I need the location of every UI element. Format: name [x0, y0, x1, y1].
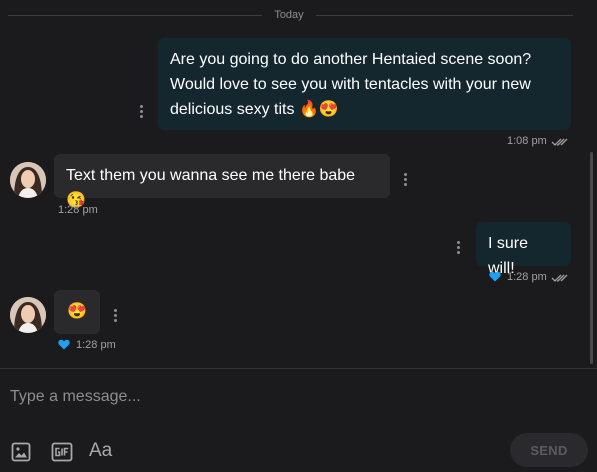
message-text: Text them you wanna see me there babe 😘 — [66, 167, 356, 209]
separator-line-left — [8, 15, 262, 16]
chat-scrollbar[interactable] — [590, 152, 593, 364]
double-check-icon — [551, 274, 568, 282]
send-button[interactable]: SEND — [510, 433, 588, 467]
avatar[interactable] — [10, 162, 46, 198]
composer-divider — [0, 368, 597, 369]
message-timestamp: 1:28 pm — [76, 339, 116, 351]
message-options-icon[interactable] — [404, 173, 408, 187]
incoming-message-bubble[interactable]: Text them you wanna see me there babe 😘 — [54, 154, 390, 209]
heart-icon[interactable] — [489, 271, 501, 282]
message-timestamp: 1:28 pm — [507, 271, 547, 283]
message-timestamp: 1:08 pm — [507, 135, 547, 147]
message-options-icon[interactable] — [114, 309, 118, 323]
outgoing-message-bubble[interactable]: Are you going to do another Hentaied sce… — [158, 38, 571, 130]
message-text: 😍 — [67, 303, 87, 320]
message-input[interactable] — [10, 386, 490, 408]
day-separator-label: Today — [274, 9, 304, 21]
message-text: Are you going to do another Hentaied sce… — [170, 51, 532, 118]
gif-icon[interactable] — [51, 441, 73, 463]
avatar[interactable] — [10, 297, 46, 333]
separator-line-right — [316, 15, 573, 16]
message-options-icon[interactable] — [140, 105, 144, 119]
text-format-button[interactable]: Aa — [89, 440, 112, 462]
heart-icon[interactable] — [58, 339, 70, 350]
incoming-message-bubble[interactable]: 😍 — [54, 290, 100, 334]
outgoing-message-bubble[interactable]: I sure will! — [476, 222, 571, 277]
message-options-icon[interactable] — [457, 241, 461, 255]
message-timestamp: 1:28 pm — [58, 204, 98, 216]
double-check-icon — [551, 138, 568, 146]
image-icon[interactable] — [11, 441, 31, 463]
day-separator: Today — [0, 4, 597, 26]
